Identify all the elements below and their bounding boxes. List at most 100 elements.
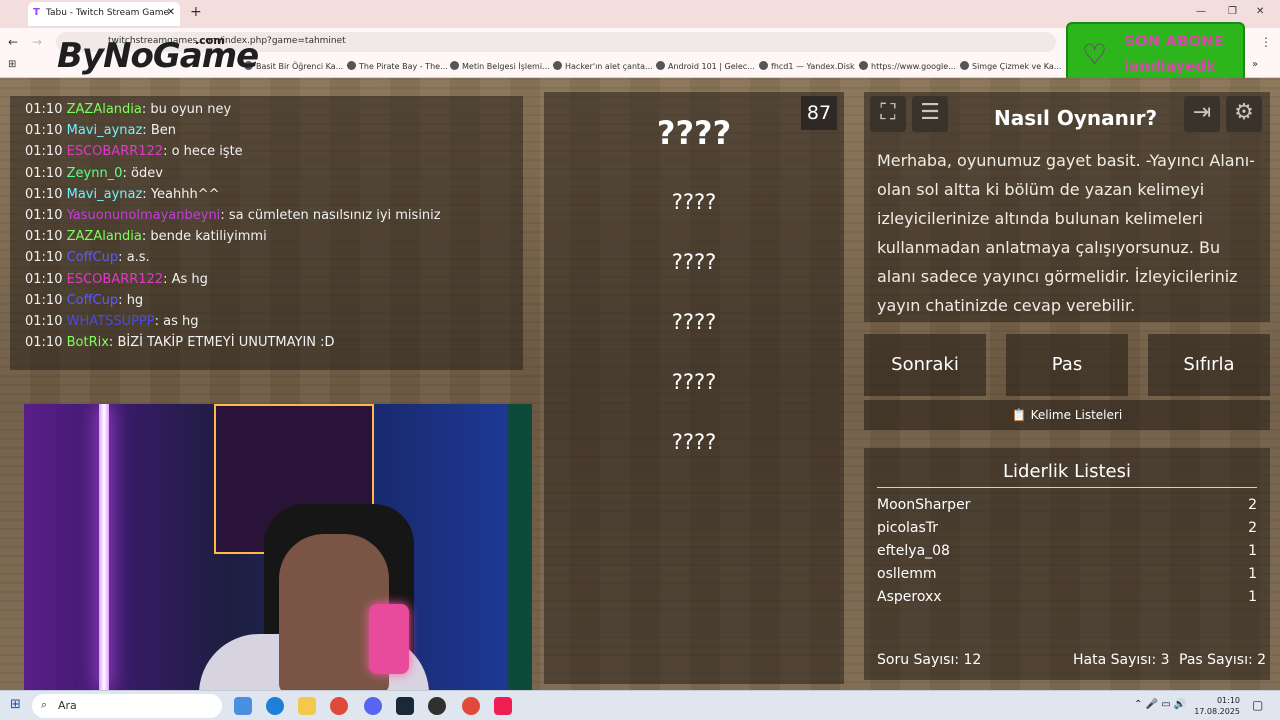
next-button[interactable]: Sonraki [864, 334, 986, 396]
reset-button[interactable]: Sıfırla [1148, 334, 1270, 396]
pass-count: Pas Sayısı: 2 [1179, 652, 1267, 668]
taskbar-clock[interactable]: 01:10 17.08.2025 [1194, 695, 1240, 717]
chat-username[interactable]: BotRix [67, 335, 109, 350]
chat-text: o hece işte [171, 144, 243, 160]
bookmark-item[interactable]: Hacker'ın alet çanta... [553, 61, 653, 71]
maximize-icon[interactable]: ❐ [1228, 6, 1237, 17]
forward-icon[interactable]: → [32, 35, 42, 49]
apps-icon[interactable]: ⊞ [8, 59, 16, 70]
leaderboard-row: osllemm 1 [877, 566, 1257, 582]
new-tab-icon[interactable]: + [190, 4, 202, 20]
bookmark-item[interactable]: The Pirate Bay - The... [347, 61, 448, 71]
chat-time: 01:10 [25, 250, 63, 266]
chat-time: 01:10 [25, 335, 63, 351]
chrome-active-icon[interactable] [462, 697, 480, 715]
webcam-feed [24, 404, 532, 690]
notes-icon[interactable]: ☰ [912, 96, 948, 132]
bookmark-item[interactable]: Metin Belgesi İşlemi... [450, 61, 550, 71]
chat-text: Ben [150, 123, 176, 139]
bookmark-item[interactable]: fhcd1 — Yandex.Disk [759, 61, 855, 71]
chat-time: 01:10 [25, 102, 63, 117]
chat-text: a.s. [126, 250, 150, 266]
browser-tab[interactable]: T Tabu - Twitch Stream Game ✕ [28, 2, 180, 26]
clock-time: 01:10 [1216, 696, 1240, 705]
chat-username[interactable]: ESCOBARR122 [67, 272, 163, 287]
question-count: Soru Sayısı: 12 [877, 652, 982, 668]
bookmark-item[interactable]: Simge Çizmek ve Ka... [960, 61, 1061, 71]
windows-start-icon[interactable]: ⊞ [10, 697, 21, 712]
word-lists-label: Kelime Listeleri [1030, 408, 1123, 422]
tiktok-icon[interactable] [494, 697, 512, 715]
chat-username[interactable]: CoffCup [67, 250, 119, 265]
chat-message: 01:10 WHATSSUPPP: as hg [25, 314, 199, 329]
info-text: Merhaba, oyunumuz gayet basit. -Yayıncı … [877, 151, 1255, 315]
chat-text: BİZİ TAKİP ETMEYİ UNUTMAYIN :D [117, 335, 335, 351]
chat-username[interactable]: Zeynn_0 [67, 166, 123, 181]
chat-message: 01:10 ZAZAlandia: bende katiliyimmi [25, 229, 267, 245]
chat-text: sa cümleten nasılsınız iyi misiniz [228, 208, 441, 223]
player-score: 1 [1248, 543, 1257, 559]
minimize-icon[interactable]: — [1196, 6, 1206, 17]
player-name: eftelya_08 [877, 543, 950, 559]
fullscreen-icon[interactable]: ⛶ [870, 96, 906, 132]
how-to-play-panel: ⛶ ☰ Nasıl Oynanır? ⇥ ⚙ Merhaba, oyunumuz… [864, 92, 1270, 322]
chat-message: 01:10 ESCOBARR122: As hg [25, 271, 208, 287]
copilot-icon[interactable] [234, 697, 252, 715]
menu-icon[interactable]: ⋮ [1260, 35, 1272, 49]
player-score: 2 [1248, 497, 1257, 513]
document-icon: 📋 [1011, 408, 1027, 422]
chat-time: 01:10 [25, 271, 63, 287]
search-icon: ⌕ [41, 698, 48, 711]
obs-icon[interactable] [428, 697, 446, 715]
taskbar-search[interactable]: ⌕ Ara [32, 694, 222, 718]
chat-username[interactable]: ZAZAlandia [67, 102, 142, 117]
chat-username[interactable]: ZAZAlandia [67, 229, 142, 244]
sub-alert-name: landiayedk [1124, 57, 1217, 75]
player-name: MoonSharper [877, 497, 971, 513]
chrome-icon[interactable] [330, 697, 348, 715]
more-bookmarks-icon[interactable]: » [1252, 59, 1258, 70]
player-name: osllemm [877, 566, 937, 582]
chat-time: 01:10 [25, 165, 63, 181]
word-lists-button[interactable]: 📋 Kelime Listeleri [864, 400, 1270, 430]
bookmark-item[interactable]: Basit Bir Öğrenci Ka... [244, 61, 343, 71]
main-word: ???? [656, 114, 732, 152]
chat-username[interactable]: Mavi_aynaz [67, 123, 143, 138]
system-tray-icons[interactable]: ⌃ 🎤 ▭ 🔊 [1134, 699, 1186, 710]
file-explorer-icon[interactable] [298, 697, 316, 715]
edge-icon[interactable] [266, 697, 284, 715]
chat-message: 01:10 CoffCup: a.s. [25, 250, 150, 266]
chat-username[interactable]: Mavi_aynaz [67, 187, 143, 202]
notifications-icon[interactable]: ▢ [1252, 698, 1263, 712]
bookmark-item[interactable]: Android 101 | Gelec... [656, 61, 755, 71]
leaderboard-row: picolasTr 2 [877, 520, 1257, 536]
close-window-icon[interactable]: ✕ [1256, 6, 1264, 17]
player-name: Asperoxx [877, 589, 942, 605]
chat-username[interactable]: CoffCup [67, 293, 119, 308]
tab-title: Tabu - Twitch Stream Game [46, 8, 170, 18]
player-score: 2 [1248, 520, 1257, 536]
pass-button[interactable]: Pas [1006, 334, 1128, 396]
chat-text: hg [126, 292, 144, 308]
back-icon[interactable]: ← [8, 35, 18, 49]
taboo-word: ???? [671, 370, 717, 394]
chat-time: 01:10 [25, 208, 63, 223]
chat-username[interactable]: WHATSSUPPP [67, 314, 155, 329]
bookmark-item[interactable]: https://www.google... [859, 61, 956, 71]
chat-time: 01:10 [25, 229, 63, 245]
windows-taskbar: ⊞ ⌕ Ara ⌃ 🎤 ▭ 🔊 01:10 17.08.2025 ▢ [0, 690, 1280, 720]
chat-text: as hg [163, 314, 199, 329]
discord-icon[interactable] [364, 697, 382, 715]
last-subscriber-alert: ♡ SON ABONE landiayedk [1066, 22, 1245, 82]
twitch-icon: T [33, 7, 40, 18]
info-title: Nasıl Oynanır? [994, 106, 1158, 130]
close-tab-icon[interactable]: ✕ [167, 7, 175, 18]
settings-gear-icon[interactable]: ⚙ [1226, 96, 1262, 132]
exit-icon[interactable]: ⇥ [1184, 96, 1220, 132]
taboo-word: ???? [671, 250, 717, 274]
sub-alert-title: SON ABONE [1124, 32, 1224, 50]
leaderboard-title: Liderlik Listesi [1003, 461, 1131, 482]
chat-username[interactable]: Yasuonunolmayanbeyni [67, 208, 221, 223]
steam-icon[interactable] [396, 697, 414, 715]
chat-username[interactable]: ESCOBARR122 [67, 144, 163, 159]
